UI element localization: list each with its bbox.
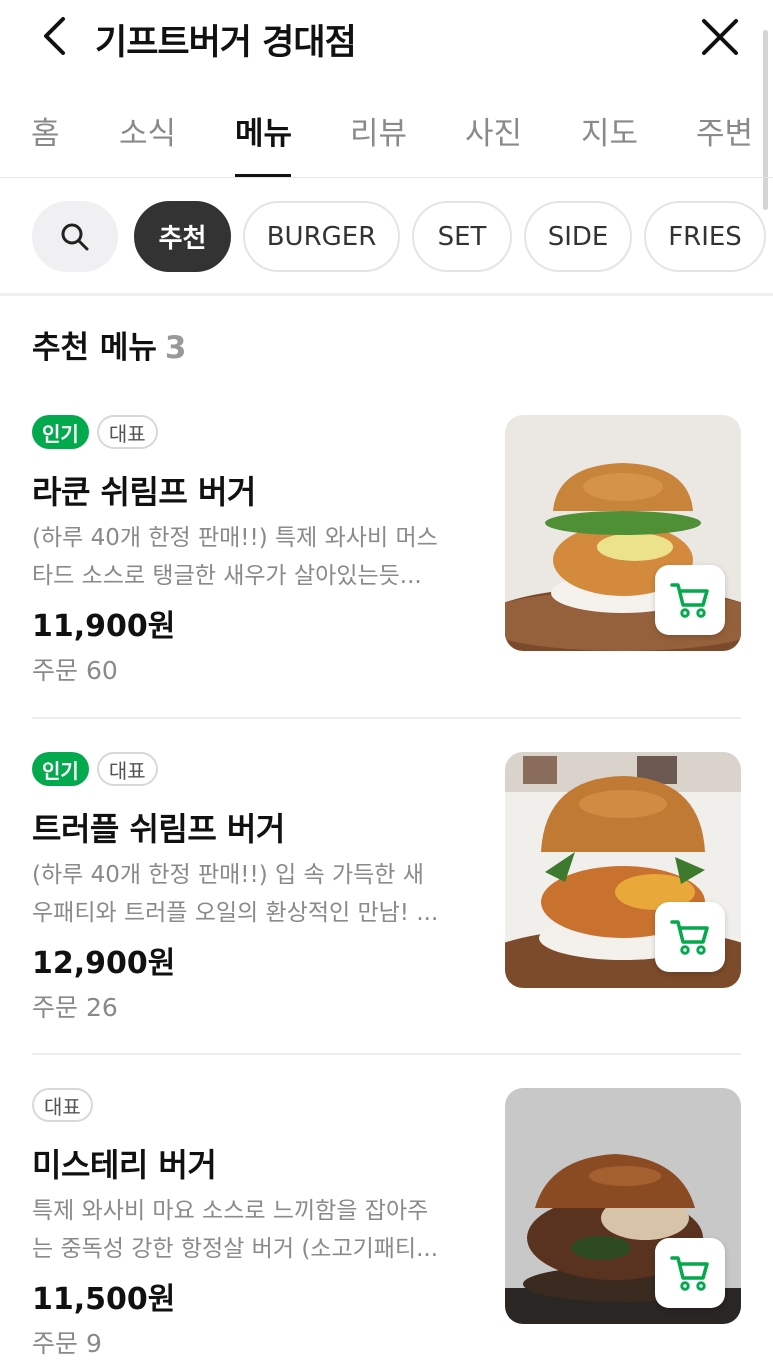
cart-icon [670,1256,709,1291]
search-icon [61,223,89,250]
item-description: (하루 40개 한정 판매!!) 특제 와사비 머스 타드 소스로 탱글한 새우… [32,519,468,595]
section-title-label: 추천 메뉴 [32,330,157,366]
item-name: 트러플 쉬림프 버거 [32,810,285,848]
item-name: 미스테리 버거 [32,1146,217,1184]
page-title: 기프트버거 경대점 [95,23,357,63]
item-description: (하루 40개 한정 판매!!) 입 속 가득한 새 우패티와 트러플 오일의 … [32,856,468,932]
chip-burger[interactable]: BURGER [243,201,400,272]
item-description-line: 특제 와사비 마요 소스로 느끼함을 잡아주 [32,1198,429,1224]
tab-photos[interactable]: 사진 [465,108,522,153]
add-to-cart-button[interactable] [655,902,725,972]
cart-icon [670,583,709,618]
item-badges: 인기 대표 [32,752,158,786]
signature-badge: 대표 [96,415,158,449]
item-badges: 대표 [32,1088,93,1122]
tab-menu[interactable]: 메뉴 [235,108,292,153]
chevron-left-icon [44,17,65,55]
add-to-cart-button[interactable] [655,1238,725,1308]
signature-badge: 대표 [96,752,158,786]
item-divider [32,1053,741,1055]
section-title: 추천 메뉴 3 [32,322,186,367]
item-description-line: (하루 40개 한정 판매!!) 입 속 가득한 새 [32,862,424,888]
item-badges: 인기 대표 [32,415,158,449]
back-button[interactable] [30,12,78,60]
chip-set[interactable]: SET [412,201,512,272]
menu-search-button[interactable] [32,201,118,272]
item-description-line: (하루 40개 한정 판매!!) 특제 와사비 머스 [32,525,438,551]
item-price: 12,900원 [32,946,176,981]
item-price: 11,900원 [32,609,176,644]
menu-item[interactable]: 대표 미스테리 버거 특제 와사비 마요 소스로 느끼함을 잡아주 는 중독성 … [0,1088,773,1367]
item-description-line: 우패티와 트러플 오일의 환상적인 만남! ... [32,900,439,926]
chip-recommended[interactable]: 추천 [134,201,231,272]
close-button[interactable] [696,13,744,61]
item-description-line: 타드 소스로 탱글한 새우가 살아있는듯... [32,563,422,589]
menu-item[interactable]: 인기 대표 트러플 쉬림프 버거 (하루 40개 한정 판매!!) 입 속 가득… [0,752,773,1032]
tab-map[interactable]: 지도 [581,108,638,153]
top-app-bar: 기프트버거 경대점 [0,0,773,76]
menu-filter-chips: 추천 BURGER SET SIDE FRIES [0,178,773,296]
item-name: 라쿤 쉬림프 버거 [32,473,256,511]
section-item-count: 3 [164,330,187,366]
item-divider [32,717,741,719]
chip-fries[interactable]: FRIES [644,201,766,272]
cart-icon [670,920,709,955]
place-tabs: 홈 소식 메뉴 리뷰 사진 지도 주변 [0,90,773,178]
chip-side[interactable]: SIDE [524,201,632,272]
item-order-count: 주문 60 [32,656,118,685]
tab-home[interactable]: 홈 [31,108,60,153]
item-price: 11,500원 [32,1282,176,1317]
signature-badge: 대표 [32,1088,93,1122]
item-order-count: 주문 26 [32,993,118,1022]
popular-badge: 인기 [32,415,89,449]
item-description: 특제 와사비 마요 소스로 느끼함을 잡아주 는 중독성 강한 항정살 버거 (… [32,1192,468,1268]
tab-nearby[interactable]: 주변 [696,108,753,153]
item-order-count: 주문 9 [32,1329,102,1358]
menu-item[interactable]: 인기 대표 라쿤 쉬림프 버거 (하루 40개 한정 판매!!) 특제 와사비 … [0,415,773,695]
close-icon [702,19,738,55]
popular-badge: 인기 [32,752,89,786]
add-to-cart-button[interactable] [655,565,725,635]
tab-news[interactable]: 소식 [119,108,176,153]
tab-reviews[interactable]: 리뷰 [350,108,407,153]
item-description-line: 는 중독성 강한 항정살 버거 (소고기패티... [32,1236,439,1262]
